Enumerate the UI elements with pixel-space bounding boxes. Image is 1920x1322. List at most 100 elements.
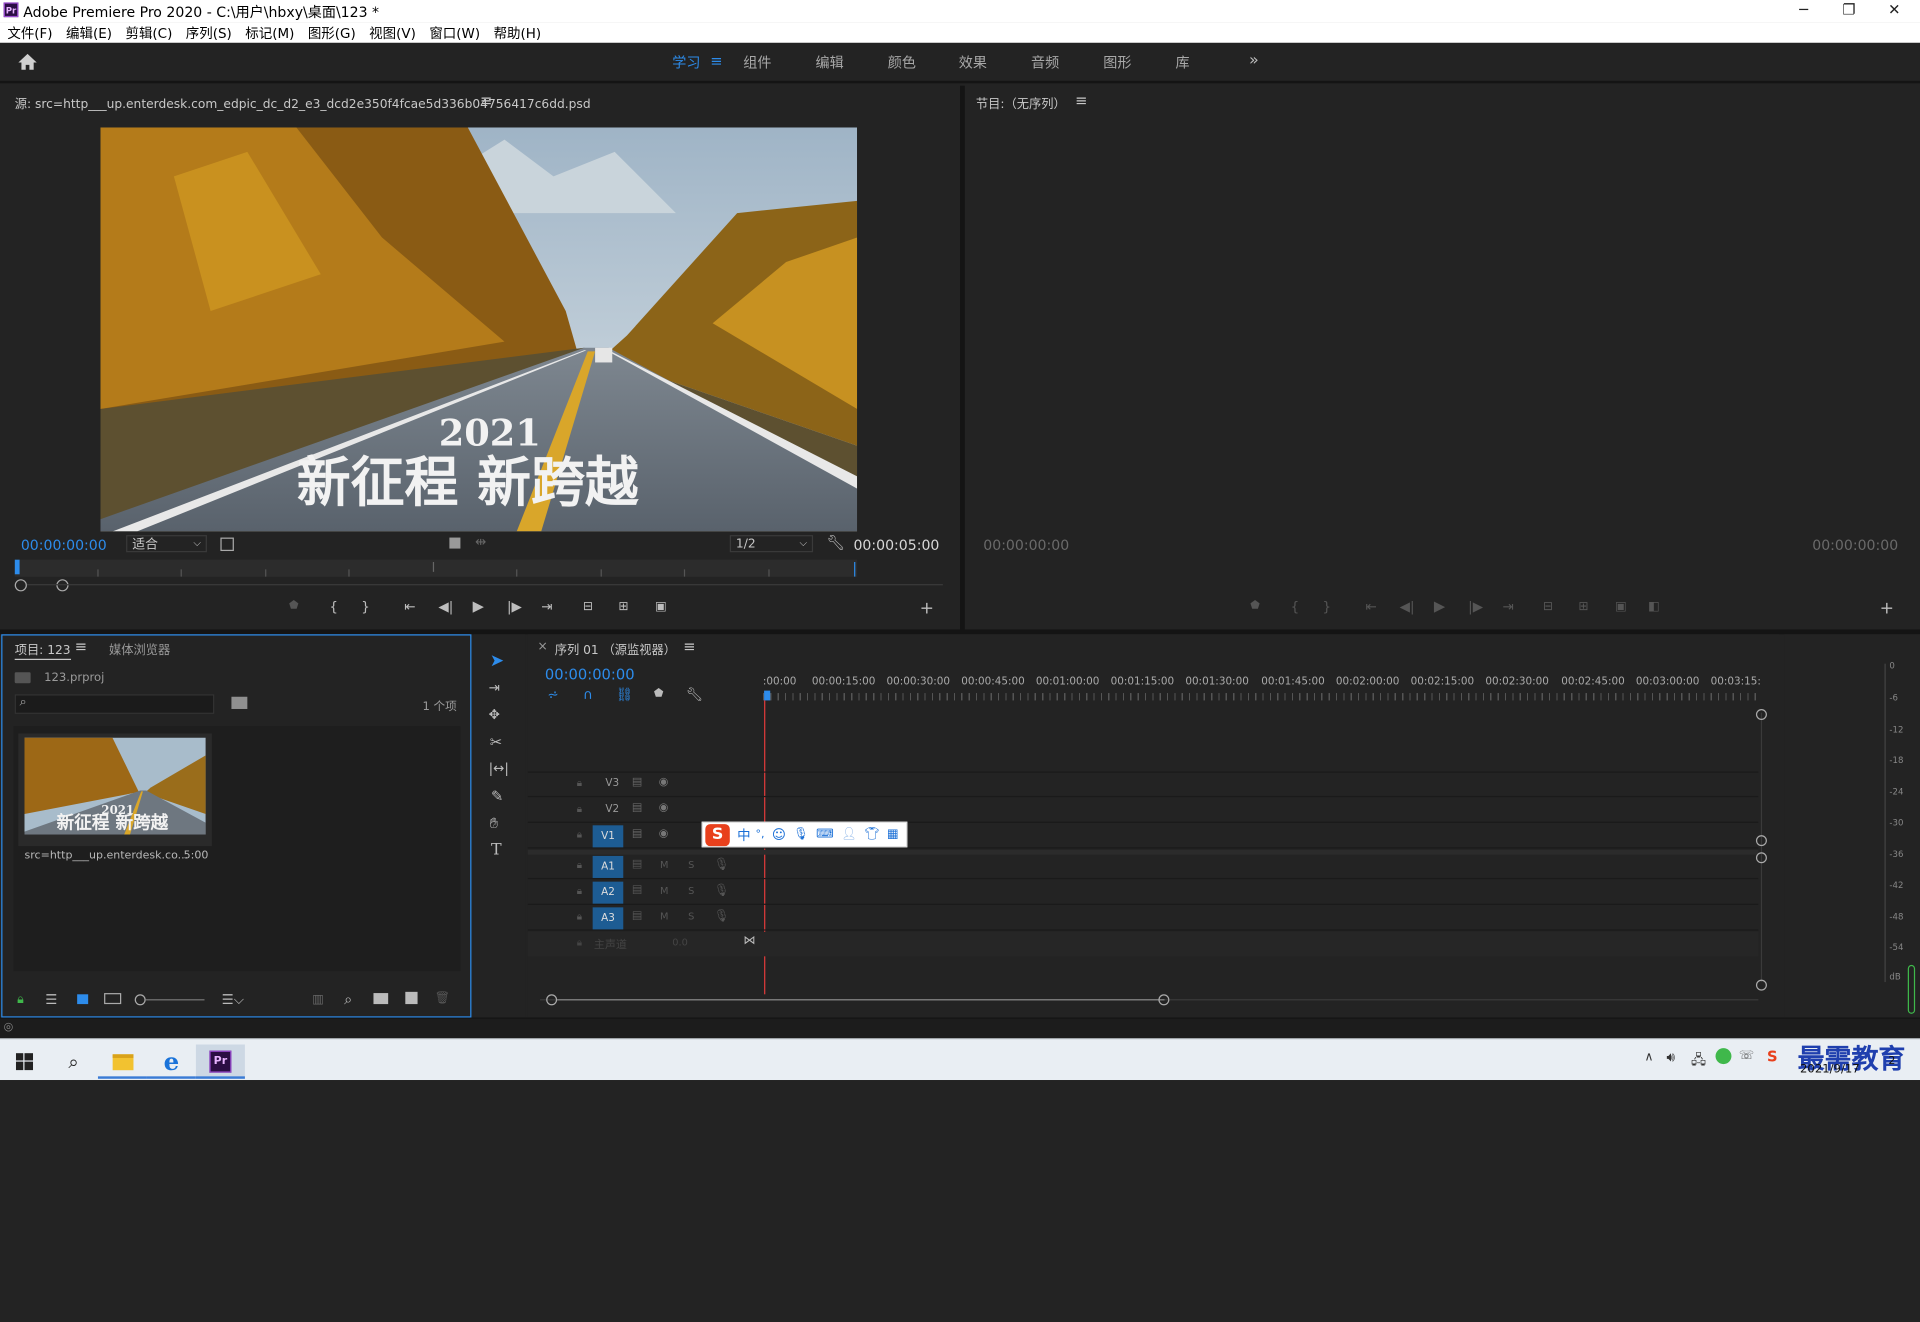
toggle-sync-lock-icon[interactable]: ▤ xyxy=(632,828,642,840)
clip-thumbnail-card[interactable]: 2021 新征程 新跨越 src=http___up.enterdesk.co.… xyxy=(18,733,212,862)
workspace-menu-icon[interactable]: ≡ xyxy=(710,53,722,70)
overwrite-icon[interactable]: ⊞ xyxy=(618,600,628,613)
mute-button[interactable]: M xyxy=(660,860,668,871)
add-marker-icon[interactable]: ⬟ xyxy=(654,688,664,700)
lift-icon[interactable]: ⊟ xyxy=(1543,600,1553,613)
track-v3[interactable]: 🔒︎ V3 ▤ ◉ xyxy=(527,773,1759,798)
hand-tool-icon[interactable]: ✋︎ xyxy=(490,814,498,832)
insert-icon[interactable]: ⊟ xyxy=(583,600,593,613)
zoom-scroll-start-handle[interactable] xyxy=(14,579,27,592)
microphone-icon[interactable]: 🎙︎ xyxy=(714,884,730,897)
step-forward-icon[interactable]: |▶ xyxy=(1468,599,1483,615)
timeline-playhead-timecode[interactable]: 00:00:00:00 xyxy=(545,666,635,683)
scroll-thumb[interactable] xyxy=(557,999,1165,1001)
ripple-edit-tool-icon[interactable]: ✥ xyxy=(489,707,500,723)
toggle-sync-lock-icon[interactable]: ▤ xyxy=(632,884,642,896)
vertical-scrollbar[interactable] xyxy=(1760,712,1763,983)
track-label-v3[interactable]: V3 xyxy=(600,775,624,792)
sogou-logo-icon[interactable]: S xyxy=(705,823,730,846)
drag-video-icon[interactable] xyxy=(449,537,461,549)
settings-toggle-icon[interactable] xyxy=(220,537,234,552)
home-icon[interactable] xyxy=(17,53,38,71)
go-to-out-icon[interactable]: ⇥ xyxy=(541,599,552,615)
go-to-next-edit-icon[interactable]: ⋈ xyxy=(743,934,755,947)
workspace-tab-effects[interactable]: 效果 xyxy=(959,53,987,73)
scroll-handle-icon[interactable] xyxy=(1755,835,1767,847)
chevron-up-icon[interactable]: ∧ xyxy=(1645,1051,1654,1064)
add-button-icon[interactable]: + xyxy=(920,599,934,619)
slip-tool-icon[interactable]: |↔| xyxy=(489,760,509,776)
panel-menu-icon[interactable]: ≡ xyxy=(683,638,695,655)
menu-edit[interactable]: 编辑(E) xyxy=(66,23,112,43)
toggle-sync-lock-icon[interactable]: ▤ xyxy=(632,776,642,788)
lock-icon[interactable]: 🔒︎ xyxy=(577,778,582,790)
go-to-in-icon[interactable]: ⇤ xyxy=(1365,599,1376,615)
ime-punct-toggle[interactable]: °, xyxy=(756,828,765,840)
meter-solo-button[interactable] xyxy=(1907,964,1916,1014)
track-a3[interactable]: 🔒︎ A3 ▤ M S 🎙︎ xyxy=(527,906,1759,931)
lock-icon[interactable]: 🔒︎ xyxy=(577,937,582,949)
scroll-handle-icon[interactable] xyxy=(1755,708,1767,721)
sequence-tab[interactable]: 序列 01 （源监视器） xyxy=(555,639,676,657)
close-tab-icon[interactable]: × xyxy=(538,640,548,653)
toggle-sync-lock-icon[interactable]: ▤ xyxy=(632,910,642,922)
extract-icon[interactable]: ⊞ xyxy=(1578,600,1588,613)
keyboard-icon[interactable]: ⌨ xyxy=(816,828,834,841)
source-playhead-timecode[interactable]: 00:00:00:00 xyxy=(21,536,107,553)
scroll-handle-icon[interactable] xyxy=(1755,979,1767,991)
play-icon[interactable]: ▶ xyxy=(1434,598,1445,615)
microphone-icon[interactable]: 🎙︎ xyxy=(793,828,809,841)
edge-browser-icon[interactable]: e xyxy=(146,1044,196,1079)
microphone-icon[interactable]: 🎙︎ xyxy=(714,858,730,871)
source-time-ruler[interactable] xyxy=(14,559,858,577)
freeform-view-icon[interactable] xyxy=(104,993,122,1005)
lock-icon[interactable]: 🔒︎ xyxy=(577,803,582,815)
menu-help[interactable]: 帮助(H) xyxy=(494,23,542,43)
toggle-sync-lock-icon[interactable]: ▤ xyxy=(632,802,642,814)
linked-selection-icon[interactable]: ⛓︎ xyxy=(616,687,633,703)
add-marker-icon[interactable]: ⬟ xyxy=(1250,600,1260,612)
workspace-more-button[interactable]: » xyxy=(1249,51,1259,69)
drag-audio-icon[interactable]: ⇹ xyxy=(475,534,486,550)
mark-out-icon[interactable]: } xyxy=(361,599,370,615)
mark-in-icon[interactable]: { xyxy=(329,599,338,615)
panel-menu-icon[interactable]: ≡ xyxy=(75,638,87,655)
restore-button[interactable]: ❐ xyxy=(1826,0,1873,22)
timeline-settings-icon[interactable]: 🔧︎ xyxy=(686,687,703,703)
scroll-handle-icon[interactable] xyxy=(1755,852,1767,864)
microphone-icon[interactable]: 🎙︎ xyxy=(714,910,730,923)
workspace-tab-color[interactable]: 颜色 xyxy=(888,53,916,73)
new-item-icon[interactable] xyxy=(405,991,418,1005)
track-select-tool-icon[interactable]: ⇥ xyxy=(489,680,500,696)
track-label-v2[interactable]: V2 xyxy=(600,801,624,818)
solo-button[interactable]: S xyxy=(688,860,694,871)
new-bin-icon[interactable] xyxy=(373,993,389,1005)
clear-icon[interactable]: 🗑︎ xyxy=(435,992,451,1005)
mute-button[interactable]: M xyxy=(660,911,668,922)
panel-menu-icon[interactable]: ≡ xyxy=(480,92,492,109)
zoom-slider-handle[interactable] xyxy=(134,994,146,1006)
track-master[interactable]: 🔒︎ 主声道 0.0 ⋈ xyxy=(527,931,1759,957)
menu-view[interactable]: 视图(V) xyxy=(369,23,416,43)
lock-icon[interactable]: 🔒︎ xyxy=(17,993,24,1006)
ime-toolbar[interactable]: S 中 °, ☺ 🎙︎ ⌨ 👤︎ 👕︎ ▦ xyxy=(701,821,908,848)
network-icon[interactable]: 🖧︎ xyxy=(1691,1049,1706,1072)
close-button[interactable]: ✕ xyxy=(1871,0,1918,22)
panel-menu-icon[interactable]: ≡ xyxy=(1075,92,1087,109)
track-a1[interactable]: 🔒︎ A1 ▤ M S 🎙︎ xyxy=(527,855,1759,880)
eye-icon[interactable]: ◉ xyxy=(659,802,669,814)
track-label-v1[interactable]: V1 xyxy=(592,825,624,848)
file-explorer-icon[interactable] xyxy=(97,1044,147,1079)
toggle-sync-lock-icon[interactable]: ▤ xyxy=(632,858,642,870)
search-icon[interactable]: ⌕ xyxy=(49,1044,98,1078)
zoom-slider-track[interactable] xyxy=(145,999,205,1001)
mute-button[interactable]: M xyxy=(660,885,668,896)
go-to-in-icon[interactable]: ⇤ xyxy=(404,599,415,615)
tab-media-browser[interactable]: 媒体浏览器 xyxy=(109,639,170,657)
snap-icon[interactable]: ∩ xyxy=(583,687,593,703)
find-icon[interactable]: ⌕ xyxy=(344,991,352,1009)
lock-icon[interactable]: 🔒︎ xyxy=(577,860,582,872)
menu-sequence[interactable]: 序列(S) xyxy=(186,23,232,43)
user-icon[interactable]: 👤︎ xyxy=(841,828,857,841)
track-label-a2[interactable]: A2 xyxy=(592,881,624,904)
